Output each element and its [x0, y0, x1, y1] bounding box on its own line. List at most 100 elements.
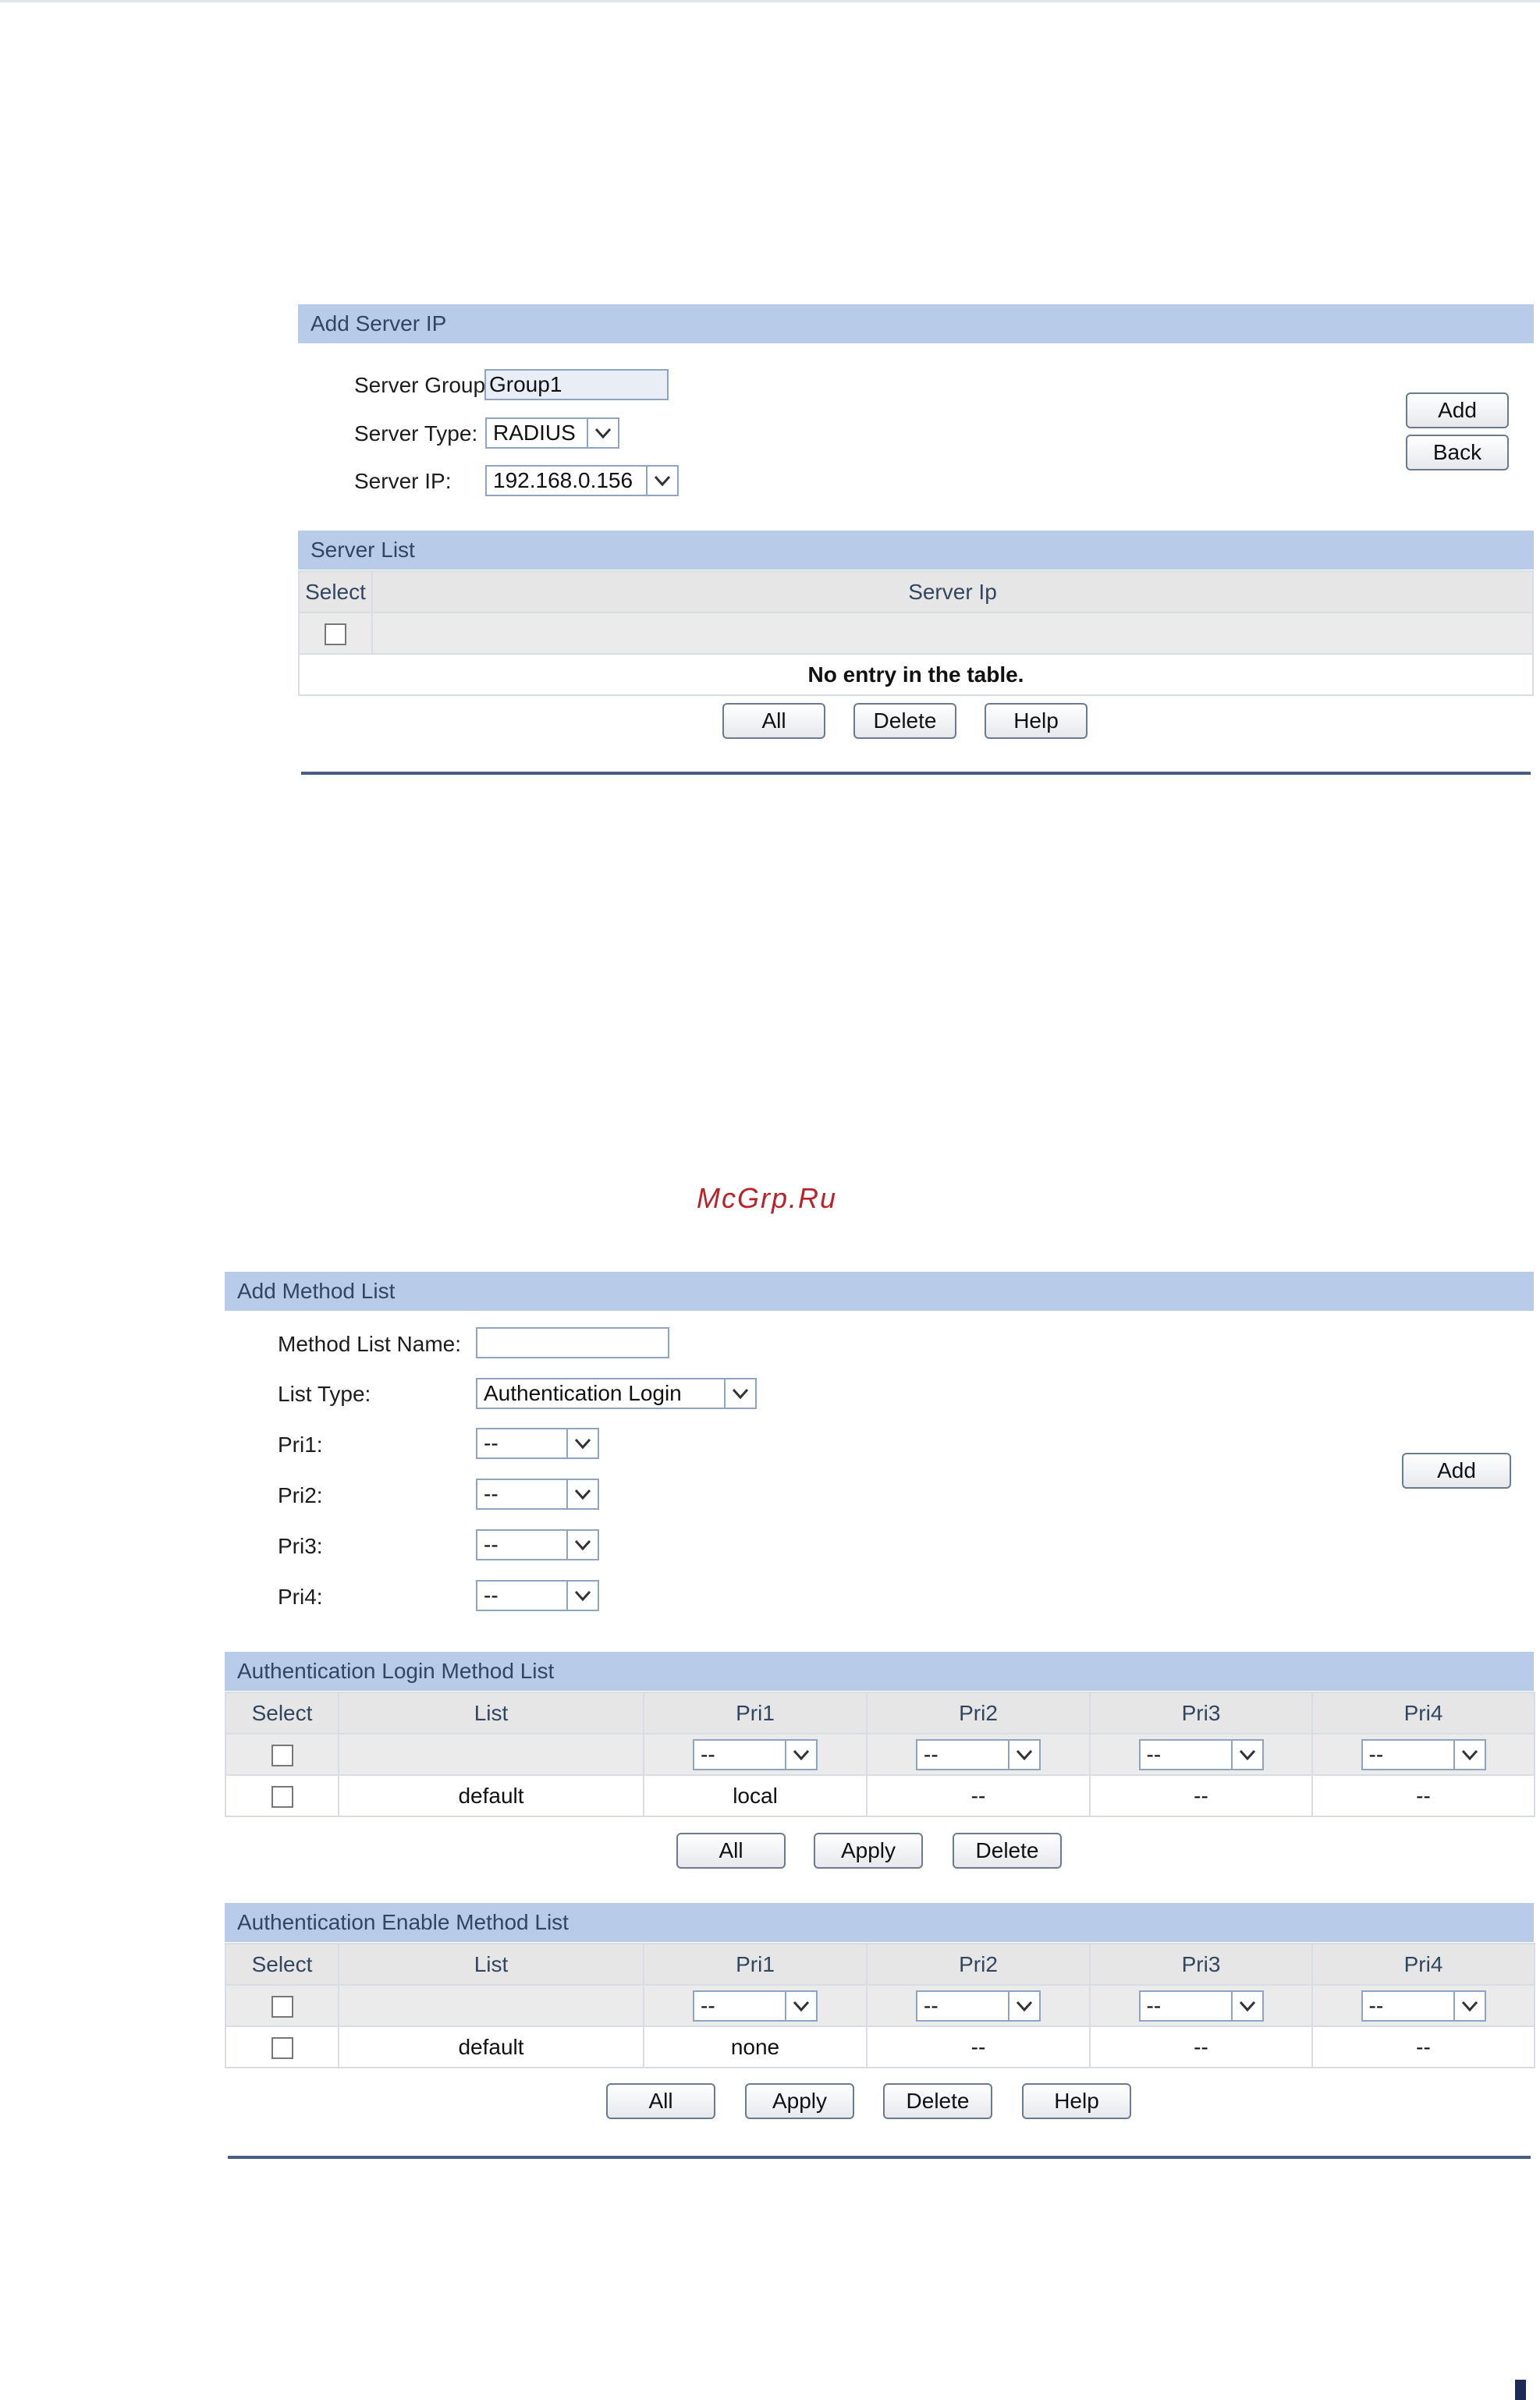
pri2-value: -- [484, 1482, 499, 1506]
server-list-table: Select Server Ip No entry in the table. [298, 570, 1534, 696]
no-entry-message: No entry in the table. [298, 653, 1534, 696]
all-button[interactable]: All [606, 2083, 715, 2119]
column-header-pri3: Pri3 [1089, 1943, 1313, 1986]
filter-cell [338, 1984, 644, 2027]
pri3-value: -- [484, 1532, 499, 1557]
table-row[interactable]: default none -- -- -- [225, 2025, 1535, 2068]
delete-button[interactable]: Delete [853, 703, 956, 739]
apply-button[interactable]: Apply [745, 2083, 854, 2119]
column-header-pri2: Pri2 [866, 1943, 1091, 1986]
filter-pri1-value: -- [701, 1741, 715, 1766]
pri2-cell: -- [866, 2025, 1091, 2068]
chevron-down-icon[interactable] [566, 1582, 598, 1610]
select-cell [298, 612, 373, 655]
filter-pri4-select[interactable]: -- [1361, 1990, 1486, 2022]
server-group-field[interactable]: Group1 [484, 369, 669, 400]
column-header-pri2: Pri2 [866, 1692, 1091, 1734]
filter-cell: -- [1089, 1984, 1313, 2027]
list-type-value: Authentication Login [484, 1381, 682, 1405]
chevron-down-icon[interactable] [566, 1531, 598, 1559]
filter-pri2-select[interactable]: -- [916, 1738, 1041, 1770]
list-type-select[interactable]: Authentication Login [476, 1378, 757, 1409]
chevron-down-icon[interactable] [1230, 1991, 1262, 2020]
filter-pri2-select[interactable]: -- [916, 1990, 1041, 2022]
chevron-down-icon[interactable] [1008, 1740, 1039, 1769]
add-server-ip-header: Add Server IP [298, 304, 1534, 343]
select-all-checkbox[interactable] [271, 1745, 293, 1767]
column-header-pri1: Pri1 [643, 1943, 868, 1986]
filter-pri1-select[interactable]: -- [693, 1990, 818, 2022]
add-method-button[interactable]: Add [1402, 1453, 1511, 1489]
pri3-label: Pri3: [278, 1534, 323, 1558]
row-checkbox[interactable] [271, 1786, 293, 1809]
server-type-select[interactable]: RADIUS [485, 417, 619, 449]
column-header-list: List [338, 1943, 644, 1986]
column-header-select: Select [225, 1943, 339, 1986]
server-group-label: Server Group [354, 373, 486, 397]
watermark-text: McGrp.Ru [697, 1182, 838, 1214]
filter-cell: -- [1311, 1733, 1535, 1776]
chevron-down-icon[interactable] [785, 1991, 816, 2020]
chevron-down-icon[interactable] [566, 1480, 598, 1508]
chevron-down-icon[interactable] [785, 1740, 816, 1769]
all-button[interactable]: All [676, 1833, 786, 1869]
select-all-checkbox[interactable] [325, 623, 346, 646]
filter-cell [338, 1733, 644, 1776]
pri1-select[interactable]: -- [476, 1428, 599, 1459]
chevron-down-icon[interactable] [1230, 1740, 1262, 1769]
server-ip-select[interactable]: 192.168.0.156 [485, 465, 679, 496]
filter-pri3-select[interactable]: -- [1138, 1990, 1264, 2022]
server-ip-label: Server IP: [354, 469, 452, 493]
method-list-name-input[interactable] [476, 1327, 669, 1358]
column-header-pri4: Pri4 [1311, 1692, 1535, 1734]
filter-pri4-value: -- [1368, 1741, 1384, 1766]
filter-pri2-value: -- [924, 1741, 939, 1766]
pri1-value: -- [484, 1431, 499, 1455]
select-cell [225, 1984, 339, 2027]
back-button[interactable]: Back [1406, 435, 1509, 470]
chevron-down-icon[interactable] [1453, 1991, 1485, 2020]
help-button[interactable]: Help [1022, 2083, 1131, 2119]
table-header-row: Select Server Ip [298, 570, 1534, 613]
column-header-select: Select [225, 1692, 339, 1734]
filter-pri2-value: -- [924, 1993, 939, 2018]
chevron-down-icon[interactable] [566, 1429, 598, 1457]
help-button[interactable]: Help [985, 703, 1088, 739]
pri2-label: Pri2: [278, 1483, 323, 1507]
select-cell [225, 1774, 339, 1817]
top-border [0, 0, 1540, 2]
table-row[interactable]: default local -- -- -- [225, 1774, 1535, 1817]
chevron-down-icon[interactable] [724, 1379, 755, 1408]
filter-cell [371, 612, 1534, 655]
column-header-list: List [338, 1692, 644, 1734]
delete-button[interactable]: Delete [883, 2083, 992, 2119]
pri4-cell: -- [1311, 1774, 1535, 1817]
pri2-select[interactable]: -- [476, 1479, 599, 1510]
row-checkbox[interactable] [271, 2037, 293, 2060]
column-header-server-ip: Server Ip [371, 570, 1534, 613]
login-method-list-table: Select List Pri1 Pri2 Pri3 Pri4 -- -- --… [225, 1692, 1535, 1817]
filter-cell: -- [1311, 1984, 1535, 2027]
filter-pri3-select[interactable]: -- [1138, 1738, 1264, 1770]
chevron-down-icon[interactable] [587, 419, 618, 447]
filter-pri1-select[interactable]: -- [693, 1738, 818, 1770]
pri3-cell: -- [1089, 1774, 1313, 1817]
filter-pri4-select[interactable]: -- [1361, 1738, 1486, 1770]
chevron-down-icon[interactable] [1453, 1740, 1485, 1769]
chevron-down-icon[interactable] [1008, 1991, 1039, 2020]
column-header-select: Select [298, 570, 373, 613]
select-all-checkbox[interactable] [271, 1996, 293, 2018]
pri4-select[interactable]: -- [476, 1580, 599, 1611]
apply-button[interactable]: Apply [814, 1833, 923, 1869]
pri1-label: Pri1: [278, 1433, 323, 1457]
pri1-cell: local [643, 1774, 868, 1817]
delete-button[interactable]: Delete [953, 1833, 1062, 1869]
list-type-label: List Type: [278, 1382, 371, 1406]
pri3-select[interactable]: -- [476, 1529, 599, 1560]
table-header-row: Select List Pri1 Pri2 Pri3 Pri4 [225, 1943, 1535, 1986]
pri1-cell: none [643, 2025, 868, 2068]
filter-cell: -- [866, 1733, 1091, 1776]
chevron-down-icon[interactable] [646, 467, 677, 495]
all-button[interactable]: All [722, 703, 825, 739]
add-server-button[interactable]: Add [1406, 392, 1509, 428]
